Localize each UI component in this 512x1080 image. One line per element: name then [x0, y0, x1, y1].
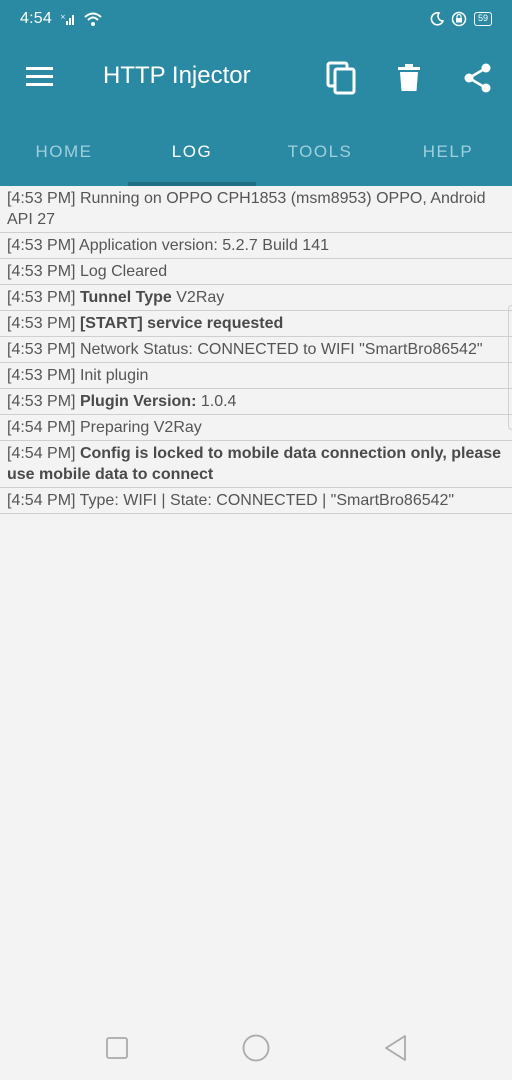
- share-icon[interactable]: [460, 60, 496, 96]
- status-bar: 4:54 × 59: [0, 0, 512, 38]
- back-triangle-icon[interactable]: [382, 1034, 410, 1062]
- log-time: [4:53 PM]: [7, 237, 76, 254]
- app-bar: HTTP Injector: [0, 38, 512, 118]
- log-time: [4:53 PM]: [7, 341, 76, 358]
- svg-text:×: ×: [60, 13, 66, 21]
- tab-log[interactable]: LOG: [128, 118, 256, 186]
- log-row: [4:54 PM] Config is locked to mobile dat…: [0, 441, 512, 488]
- log-time: [4:53 PM]: [7, 190, 76, 207]
- signal-icon: ×: [60, 13, 76, 25]
- log-time: [4:53 PM]: [7, 367, 76, 384]
- battery-icon: 59: [473, 12, 492, 26]
- tab-help[interactable]: HELP: [384, 118, 512, 186]
- log-row: [4:53 PM] Init plugin: [0, 363, 512, 389]
- log-row: [4:53 PM] Tunnel Type V2Ray: [0, 285, 512, 311]
- log-text: Log Cleared: [79, 263, 168, 280]
- log-time: [4:53 PM]: [7, 263, 76, 280]
- recents-square-icon[interactable]: [103, 1034, 131, 1062]
- log-text: V2Ray: [176, 289, 225, 306]
- log-row: [4:53 PM] Plugin Version: 1.0.4: [0, 389, 512, 415]
- system-nav-bar: [0, 1014, 512, 1080]
- wifi-icon: [84, 12, 102, 26]
- tab-bar: HOME LOG TOOLS HELP: [0, 118, 512, 186]
- tab-tools[interactable]: TOOLS: [256, 118, 384, 186]
- log-time: [4:54 PM]: [7, 419, 76, 436]
- log-row: [4:53 PM] [START] service requested: [0, 311, 512, 337]
- log-bold: Plugin Version:: [79, 393, 197, 410]
- log-bold: [START] service requested: [79, 315, 284, 332]
- status-time: 4:54: [20, 10, 52, 27]
- log-text: Running on OPPO CPH1853 (msm8953) OPPO, …: [7, 190, 486, 228]
- log-time: [4:54 PM]: [7, 492, 76, 509]
- log-row: [4:54 PM] Preparing V2Ray: [0, 415, 512, 441]
- status-right: 59: [430, 11, 492, 27]
- menu-icon[interactable]: [26, 66, 54, 90]
- log-text: Preparing V2Ray: [79, 419, 202, 436]
- log-text: Init plugin: [79, 367, 149, 384]
- log-row: [4:53 PM] Application version: 5.2.7 Bui…: [0, 233, 512, 259]
- log-text: 1.0.4: [200, 393, 237, 410]
- log-time: [4:54 PM]: [7, 445, 76, 462]
- log-row: [4:53 PM] Running on OPPO CPH1853 (msm89…: [0, 186, 512, 233]
- status-left: 4:54 ×: [20, 10, 102, 28]
- tab-home[interactable]: HOME: [0, 118, 128, 186]
- log-text: Application version: 5.2.7 Build 141: [79, 237, 329, 254]
- log-time: [4:53 PM]: [7, 289, 76, 306]
- moon-icon: [430, 12, 444, 26]
- log-bold: Config is locked to mobile data connecti…: [7, 445, 502, 483]
- delete-icon[interactable]: [391, 60, 427, 96]
- copy-icon[interactable]: [323, 60, 359, 96]
- vpn-lock-icon: [451, 11, 467, 27]
- log-time: [4:53 PM]: [7, 315, 76, 332]
- home-circle-icon[interactable]: [242, 1034, 270, 1062]
- log-row: [4:54 PM] Type: WIFI | State: CONNECTED …: [0, 488, 512, 514]
- log-time: [4:53 PM]: [7, 393, 76, 410]
- log-text: Type: WIFI | State: CONNECTED | "SmartBr…: [79, 492, 455, 509]
- scroll-edge: [508, 305, 512, 430]
- log-text: Network Status: CONNECTED to WIFI "Smart…: [79, 341, 483, 358]
- log-row: [4:53 PM] Log Cleared: [0, 259, 512, 285]
- log-row: [4:53 PM] Network Status: CONNECTED to W…: [0, 337, 512, 363]
- app-title: HTTP Injector: [103, 62, 251, 89]
- log-bold: Tunnel Type: [79, 289, 172, 306]
- log-list: [4:53 PM] Running on OPPO CPH1853 (msm89…: [0, 186, 512, 514]
